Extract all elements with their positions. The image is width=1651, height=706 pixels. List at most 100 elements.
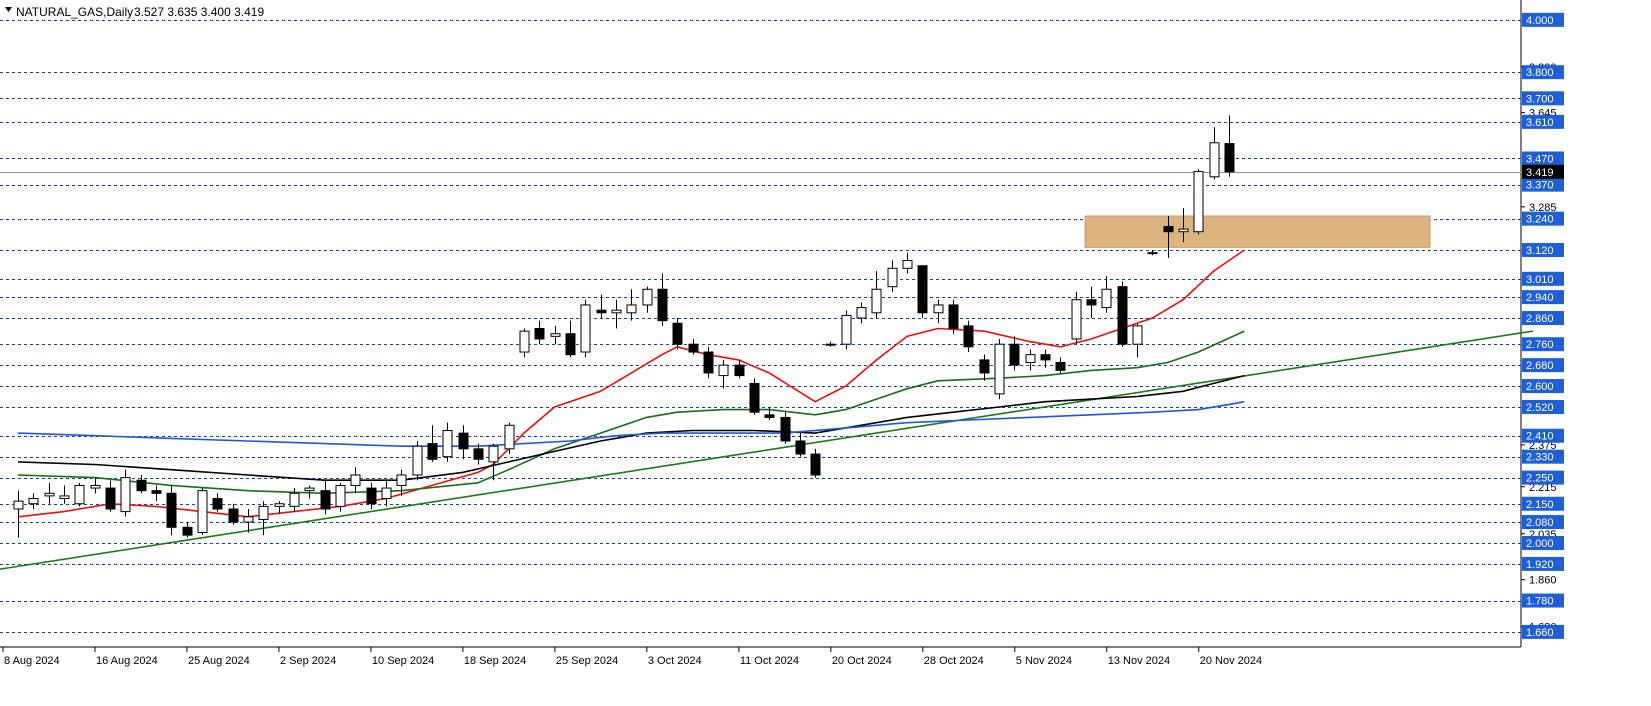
candle-body [396,474,407,486]
chart-background [0,0,1651,706]
resistance-zone [1084,215,1431,248]
level-label-text: 2.520 [1526,402,1554,414]
candle [841,310,852,350]
candle-body [504,424,515,450]
x-tick-label: 10 Sep 2024 [372,655,434,667]
candle-body [74,484,85,505]
candle-body [442,430,453,458]
current-price-label: 3.419 [1526,167,1554,179]
candle [1117,281,1128,347]
candle-body [672,322,683,345]
resistance-zone-box [1084,215,1431,248]
candle [994,338,1005,400]
level-label-text: 1.660 [1526,627,1554,639]
candle-body [933,304,944,314]
candle-body [1224,143,1235,173]
level-label-text: 2.250 [1526,473,1554,485]
level-label-text: 3.610 [1526,117,1554,129]
candle-body [611,309,622,314]
x-tick-label: 8 Aug 2024 [4,655,60,667]
candle-body [1132,325,1143,345]
x-tick-label: 25 Aug 2024 [188,655,250,667]
candle-body [871,288,882,314]
candle-body [289,492,300,507]
x-tick-label: 20 Nov 2024 [1200,655,1262,667]
candle [1071,291,1082,345]
level-label-text: 2.940 [1526,292,1554,304]
candle-body [243,516,254,523]
candle-body [596,309,607,314]
candle-body [856,307,867,319]
level-label-text: 3.120 [1526,245,1554,257]
x-tick-label: 16 Aug 2024 [96,655,158,667]
candle [1193,168,1204,235]
level-label-text: 2.150 [1526,499,1554,511]
candle-body [1147,252,1158,255]
candle-body [764,414,775,418]
candle-body [1193,171,1204,233]
candle-body [335,484,346,507]
candle-body [642,288,653,306]
x-tick-label: 20 Oct 2024 [832,655,892,667]
candle [917,265,928,319]
level-label-text: 3.700 [1526,93,1554,105]
level-label-text: 1.780 [1526,596,1554,608]
level-label-text: 2.080 [1526,517,1554,529]
candle-body [963,325,974,348]
candle-body [948,304,959,330]
candle-body [749,382,760,413]
candle-body [13,500,24,510]
candle-body [1163,225,1174,233]
candle-body [1209,142,1220,178]
candle-body [703,351,714,374]
ohlc-values: 3.527 3.635 3.400 3.419 [134,5,264,19]
candle-body [473,448,484,460]
candle-body [44,492,55,497]
level-label-text: 3.470 [1526,153,1554,165]
candle-body [1009,343,1020,366]
candle-body [304,487,315,492]
chart-header: NATURAL_GAS,Daily 3.527 3.635 3.400 3.41… [5,5,264,19]
candle-body [488,445,499,463]
candle-body [841,314,852,345]
level-label-text: 2.410 [1526,431,1554,443]
candle-body [1101,288,1112,309]
candle [948,299,959,334]
candle-body [657,288,668,322]
candle [749,378,760,415]
symbol-label: NATURAL_GAS,Daily [16,5,133,19]
level-label-text: 2.330 [1526,452,1554,464]
x-tick-label: 3 Oct 2024 [648,655,702,667]
candle-body [1086,299,1097,306]
candle-body [28,498,39,505]
x-tick-label: 5 Nov 2024 [1016,655,1072,667]
candle-body [994,343,1005,395]
candle-body [718,364,729,377]
y-tick-label: 1.860 [1529,575,1557,587]
candle-body [734,364,745,377]
candle-body [59,495,70,500]
level-label-text: 2.680 [1526,360,1554,372]
candle-body [626,304,637,314]
candle-body [366,487,377,505]
candle [412,440,423,481]
candle-body [90,484,101,489]
candle-body [320,490,331,510]
candle-body [902,259,913,269]
candle-body [1025,354,1036,364]
price-chart[interactable]: 3.8203.6453.2852.3752.2152.0351.8601.680… [0,0,1651,706]
x-tick-label: 28 Oct 2024 [924,655,984,667]
candle-body [550,333,561,337]
candle-body [795,440,806,455]
level-label-text: 3.800 [1526,67,1554,79]
level-label-text: 3.240 [1526,214,1554,226]
candle-body [580,304,591,353]
candle-body [1040,354,1051,361]
level-label-text: 2.760 [1526,339,1554,351]
candle-body [810,453,821,476]
candle [580,299,591,358]
candle-body [1055,362,1066,371]
candle-body [381,487,392,500]
candle [166,485,177,536]
candle-body [120,477,131,513]
